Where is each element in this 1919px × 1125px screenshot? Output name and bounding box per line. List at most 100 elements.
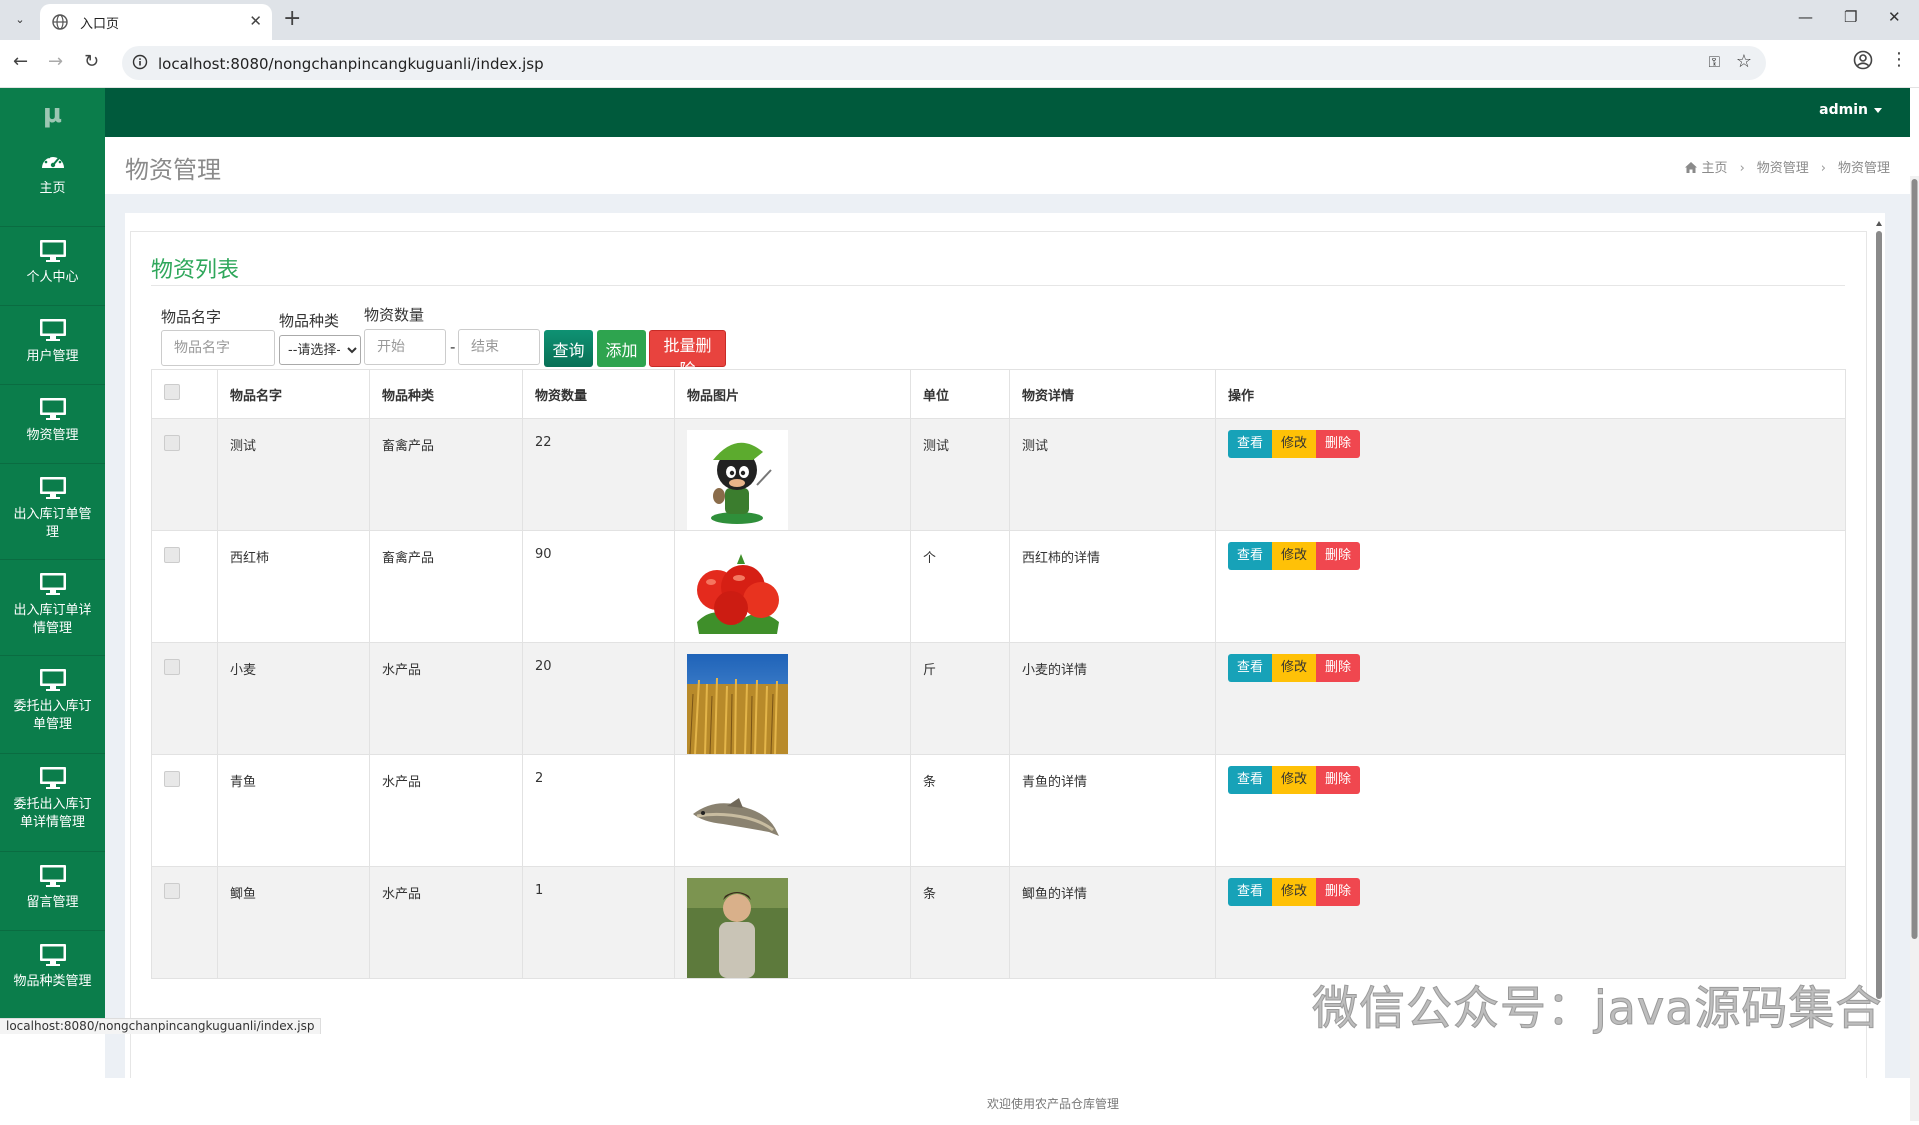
sidebar-item-label: 出入库订单详情管理 [13,603,92,636]
delete-button[interactable]: 删除 [1316,542,1361,570]
edit-button[interactable]: 修改 [1272,654,1317,682]
sidebar-item-inout-order-detail[interactable]: 出入库订单详情管理 [0,560,105,656]
sidebar-item-home[interactable]: 主页 [0,150,105,227]
edit-button[interactable]: 修改 [1272,542,1317,570]
sidebar-item-label: 物品种类管理 [13,974,92,989]
row-checkbox[interactable] [164,547,180,563]
item-image-tomatoes [687,542,788,642]
cell-actions: 查看 修改 删除 [1215,754,1846,867]
view-button[interactable]: 查看 [1228,430,1273,458]
dashboard-icon [41,154,64,168]
cell-type: 畜禽产品 [369,530,523,643]
item-image-person-photo [687,878,788,978]
browser-tab-strip: ⌄ 入口页 ✕ + — ❐ ✕ [0,0,1919,40]
content-scrollbar[interactable] [1873,216,1885,1078]
row-checkbox[interactable] [164,883,180,899]
restore-icon[interactable]: ❐ [1844,8,1857,26]
cell-image [674,418,911,531]
name-filter-input[interactable] [161,330,275,366]
minimize-icon[interactable]: — [1798,8,1813,26]
cell-detail: 测试 [1009,418,1216,531]
table-row: 西红柿 畜禽产品 90 个 西红柿的详情 查看 修改 删除 [151,530,1846,643]
edit-button[interactable]: 修改 [1272,766,1317,794]
select-all-cell [151,369,218,419]
close-tab-icon[interactable]: ✕ [249,12,262,30]
user-dropdown[interactable]: admin [1819,102,1882,118]
username: admin [1819,102,1868,118]
sidebar-item-entrusted-order-detail[interactable]: 委托出入库订单详情管理 [0,754,105,852]
page-scrollbar[interactable] [1910,176,1919,1121]
caret-down-icon [1874,107,1882,113]
cell-detail: 青鱼的详情 [1009,754,1216,867]
cell-qty: 90 [522,530,675,643]
delete-button[interactable]: 删除 [1316,878,1361,906]
column-header[interactable]: 物品种类 [369,369,523,419]
cell-type: 水产品 [369,642,523,755]
breadcrumb-section[interactable]: 物资管理 [1757,161,1809,176]
page-header: 物资管理 主页 › 物资管理 › 物资管理 [105,137,1910,195]
sidebar-item-entrusted-order[interactable]: 委托出入库订单管理 [0,656,105,754]
reload-icon[interactable]: ↻ [84,51,99,72]
column-header[interactable]: 物资详情 [1009,369,1216,419]
url-text: localhost:8080/nongchanpincangkuguanli/i… [158,55,544,73]
forward-arrow-icon[interactable]: → [48,51,63,72]
view-button[interactable]: 查看 [1228,878,1273,906]
address-bar[interactable]: localhost:8080/nongchanpincangkuguanli/i… [122,46,1766,80]
edit-button[interactable]: 修改 [1272,430,1317,458]
sidebar-item-label: 物资管理 [26,428,79,443]
delete-button[interactable]: 删除 [1316,654,1361,682]
tab-search-chevron-icon[interactable]: ⌄ [8,8,32,32]
row-checkbox[interactable] [164,771,180,787]
tab-title: 入口页 [80,17,120,32]
site-info-icon[interactable] [132,54,148,70]
delete-button[interactable]: 删除 [1316,766,1361,794]
view-button[interactable]: 查看 [1228,542,1273,570]
type-filter-select[interactable]: --请选择-- [279,335,361,365]
sidebar-item-user-management[interactable]: 用户管理 [0,306,105,385]
sidebar-item-message[interactable]: 留言管理 [0,852,105,931]
password-key-icon[interactable]: ⚿ [1709,53,1720,71]
breadcrumb-home[interactable]: 主页 [1702,161,1728,176]
batch-delete-button[interactable]: 批量删除 [649,330,726,379]
edit-button[interactable]: 修改 [1272,878,1317,906]
column-header: 操作 [1215,369,1846,419]
breadcrumb: 主页 › 物资管理 › 物资管理 [1685,157,1890,176]
sidebar-item-category[interactable]: 物品种类管理 [0,931,105,1009]
column-header[interactable]: 物品名字 [217,369,370,419]
sidebar-item-material-management[interactable]: 物资管理 [0,385,105,464]
content-frame: 物资列表 物品名字 物品种类 --请选择-- 物资数量 - 查询 添加 批量删除 [125,213,1885,1078]
cell-detail: 西红柿的详情 [1009,530,1216,643]
row-checkbox[interactable] [164,435,180,451]
qty-from-input[interactable] [364,329,446,365]
bookmark-star-icon[interactable]: ☆ [1736,51,1752,72]
sidebar-item-label: 委托出入库订单详情管理 [13,797,92,830]
divider [151,285,1845,286]
material-table: 物品名字 物品种类 物资数量 物品图片 单位 物资详情 操作 测试 畜禽产品 2… [151,369,1846,979]
profile-icon[interactable] [1853,50,1873,70]
row-checkbox[interactable] [164,659,180,675]
view-button[interactable]: 查看 [1228,766,1273,794]
cell-detail: 鲫鱼的详情 [1009,866,1216,979]
monitor-icon [39,398,66,420]
home-icon [1685,162,1698,173]
back-arrow-icon[interactable]: ← [13,51,28,72]
sidebar-item-label: 用户管理 [26,349,79,364]
column-header[interactable]: 物资数量 [522,369,675,419]
sidebar-item-personal-center[interactable]: 个人中心 [0,227,105,306]
cell-image [674,754,911,867]
cell-actions: 查看 修改 删除 [1215,530,1846,643]
view-button[interactable]: 查看 [1228,654,1273,682]
select-all-checkbox[interactable] [164,384,180,400]
query-button[interactable]: 查询 [544,330,593,367]
new-tab-plus-icon[interactable]: + [283,6,301,31]
delete-button[interactable]: 删除 [1316,430,1361,458]
add-button[interactable]: 添加 [597,330,646,367]
browser-menu-icon[interactable]: ⋮ [1890,49,1908,70]
cell-unit: 条 [910,754,1010,867]
browser-tab-active[interactable]: 入口页 ✕ [40,4,272,40]
sidebar-item-inout-order[interactable]: 出入库订单管理 [0,464,105,560]
footer: 欢迎使用农产品仓库管理 [105,1078,1910,1121]
qty-to-input[interactable] [458,329,540,365]
close-window-icon[interactable]: ✕ [1888,8,1901,26]
column-header[interactable]: 单位 [910,369,1010,419]
